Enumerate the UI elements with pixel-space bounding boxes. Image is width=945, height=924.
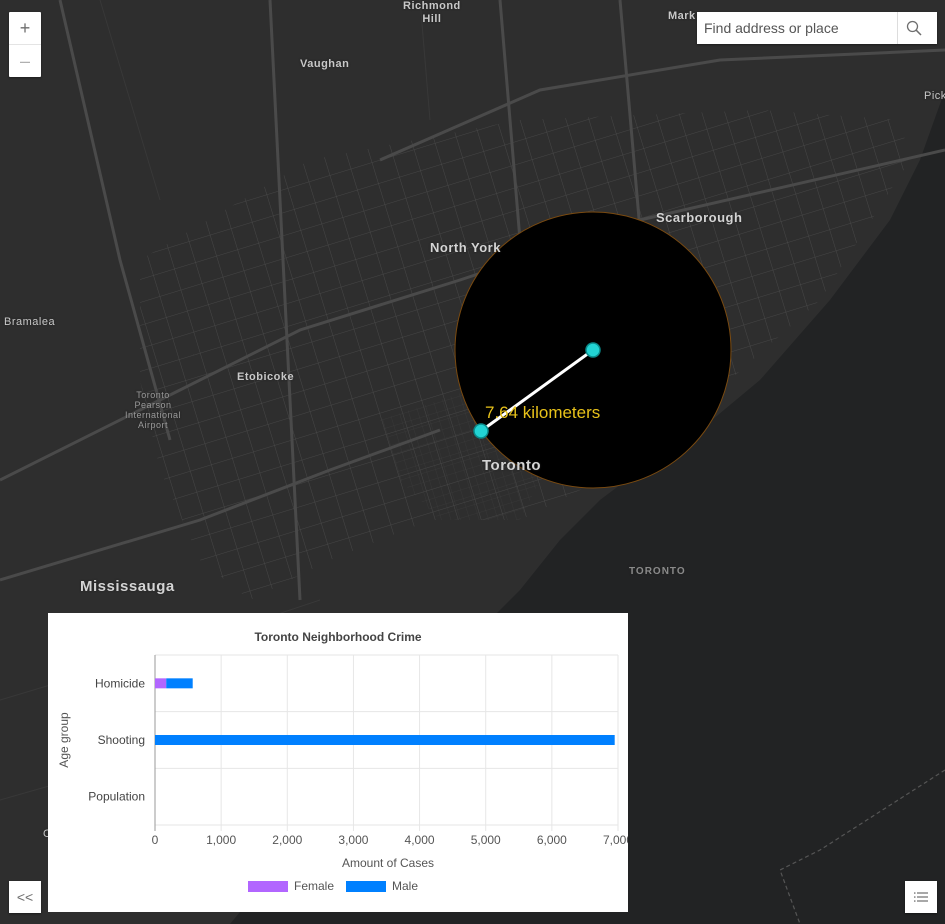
x-tick-label: 1,000: [206, 833, 236, 847]
x-tick-label: 2,000: [272, 833, 302, 847]
chart-title: Toronto Neighborhood Crime: [254, 630, 421, 644]
zoom-control: + –: [9, 12, 41, 77]
zoom-out-button[interactable]: –: [9, 44, 41, 77]
search-widget: [697, 12, 937, 44]
x-tick-label: 3,000: [338, 833, 368, 847]
bar-male[interactable]: [166, 678, 193, 689]
chart-legend: Female Male: [248, 879, 418, 893]
x-axis-label: Amount of Cases: [342, 856, 434, 870]
category-label: Shooting: [98, 733, 145, 747]
label-vaughan: Vaughan: [300, 58, 350, 70]
x-tick-label: 5,000: [471, 833, 501, 847]
legend-swatch-female[interactable]: [248, 881, 288, 892]
zoom-in-button[interactable]: +: [9, 12, 41, 44]
x-tick-label: 7,000: [603, 833, 628, 847]
label-pearson-airport: Toronto Pearson International Airport: [124, 390, 182, 430]
chart-panel: Toronto Neighborhood Crime Homicide Shoot…: [48, 613, 634, 912]
label-etobicoke: Etobicoke: [237, 371, 295, 383]
chart-x-ticks: 0 1,000 2,000 3,000 4,000 5,000 6,000 7,000: [152, 833, 634, 847]
measurement-start-point: [473, 423, 489, 439]
collapse-panel-button[interactable]: <<: [9, 881, 41, 913]
legend-button[interactable]: [905, 881, 937, 913]
category-label: Homicide: [95, 676, 145, 690]
legend-label-male[interactable]: Male: [392, 879, 418, 893]
y-axis-label: Age group: [57, 712, 71, 768]
label-mississauga: Mississauga: [80, 578, 175, 595]
label-north-york: North York: [430, 240, 501, 255]
list-icon: [914, 892, 928, 902]
label-pickering: Pick: [924, 90, 945, 102]
label-scarborough: Scarborough: [656, 210, 743, 225]
bar-male[interactable]: [155, 735, 615, 745]
measurement-end-point: [585, 342, 601, 358]
measurement-distance-label: 7.64 kilometers: [485, 403, 601, 422]
label-bramalea: Bramalea: [4, 316, 56, 328]
legend-swatch-male[interactable]: [346, 881, 386, 892]
label-toronto: Toronto: [482, 457, 542, 474]
legend-label-female[interactable]: Female: [294, 879, 334, 893]
label-markham: Mark: [668, 10, 696, 22]
search-input[interactable]: [697, 12, 897, 44]
label-richmond-hill: Richmond Hill: [403, 0, 461, 25]
label-toronto-water: TORONTO: [629, 566, 686, 577]
x-tick-label: 6,000: [537, 833, 567, 847]
x-tick-label: 4,000: [405, 833, 435, 847]
search-button[interactable]: [897, 12, 930, 44]
search-icon: [906, 20, 922, 36]
bar-female[interactable]: [155, 678, 167, 689]
category-label: Population: [88, 790, 145, 804]
crime-chart: Toronto Neighborhood Crime Homicide Shoot…: [57, 630, 634, 893]
chart-category-labels: Homicide Shooting Population: [88, 676, 145, 803]
x-tick-label: 0: [152, 833, 159, 847]
